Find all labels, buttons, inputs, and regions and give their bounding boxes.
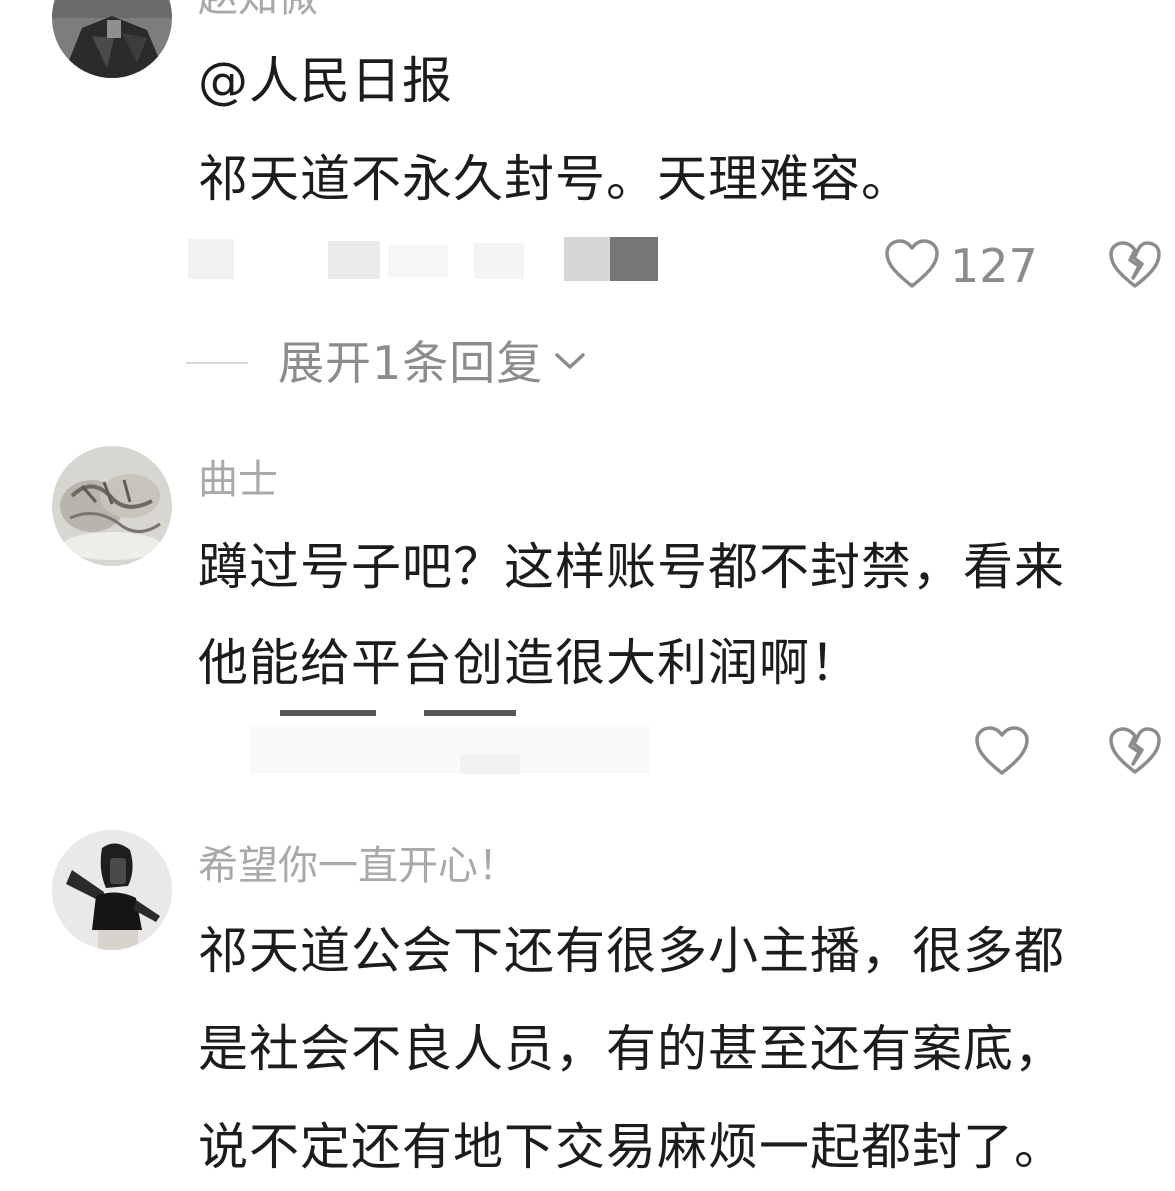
broken-heart-icon — [1108, 240, 1162, 294]
avatar[interactable] — [52, 830, 172, 950]
blurred-meta-info — [240, 710, 660, 780]
chevron-down-icon — [553, 349, 587, 377]
comment-item: 赵知微 @人民日报 祁天道不永久封号。天理难容。 127 展开1条回复 — [0, 0, 1175, 420]
avatar-image — [52, 830, 172, 950]
comment-text-line: 祁天道公会下还有很多小主播，很多都 — [198, 922, 1065, 980]
comment-text-line: 蹲过号子吧？这样账号都不封禁，看来 — [198, 538, 1065, 596]
expand-replies-button[interactable]: 展开1条回复 — [186, 340, 587, 386]
username[interactable]: 赵知微 — [198, 0, 318, 18]
avatar[interactable] — [52, 0, 172, 78]
comment-text-line: 他能给平台创造很大利润啊！ — [198, 634, 861, 692]
dislike-button[interactable] — [1108, 726, 1162, 780]
username[interactable]: 希望你一直开心！ — [198, 846, 518, 886]
comment-item: 曲士 蹲过号子吧？这样账号都不封禁，看来 他能给平台创造很大利润啊！ — [0, 420, 1175, 820]
comment-text-line: 是社会不良人员，有的甚至还有案底， — [198, 1020, 1065, 1078]
like-count: 127 — [950, 239, 1038, 293]
blur-mask — [250, 710, 650, 774]
like-button[interactable]: 127 — [884, 238, 1038, 294]
comment-text-line: @人民日报 — [198, 52, 453, 110]
comment-item: 希望你一直开心！ 祁天道公会下还有很多小主播，很多都 是社会不良人员，有的甚至还… — [0, 820, 1175, 1191]
comment-text-line: 说不定还有地下交易麻烦一起都封了。 — [198, 1118, 1065, 1176]
heart-outline-icon — [884, 238, 940, 294]
dislike-button[interactable] — [1108, 240, 1162, 294]
blur-mask — [188, 237, 658, 281]
blurred-meta-info — [188, 237, 668, 281]
broken-heart-icon — [1108, 726, 1162, 780]
expand-replies-label: 展开1条回复 — [278, 336, 544, 390]
username[interactable]: 曲士 — [198, 460, 278, 500]
avatar[interactable] — [52, 446, 172, 566]
heart-outline-icon — [974, 725, 1030, 781]
comment-text-line: 祁天道不永久封号。天理难容。 — [198, 150, 912, 208]
like-button[interactable] — [974, 725, 1030, 781]
avatar-image — [52, 446, 172, 566]
avatar-image — [52, 0, 172, 78]
divider-line — [186, 362, 248, 364]
